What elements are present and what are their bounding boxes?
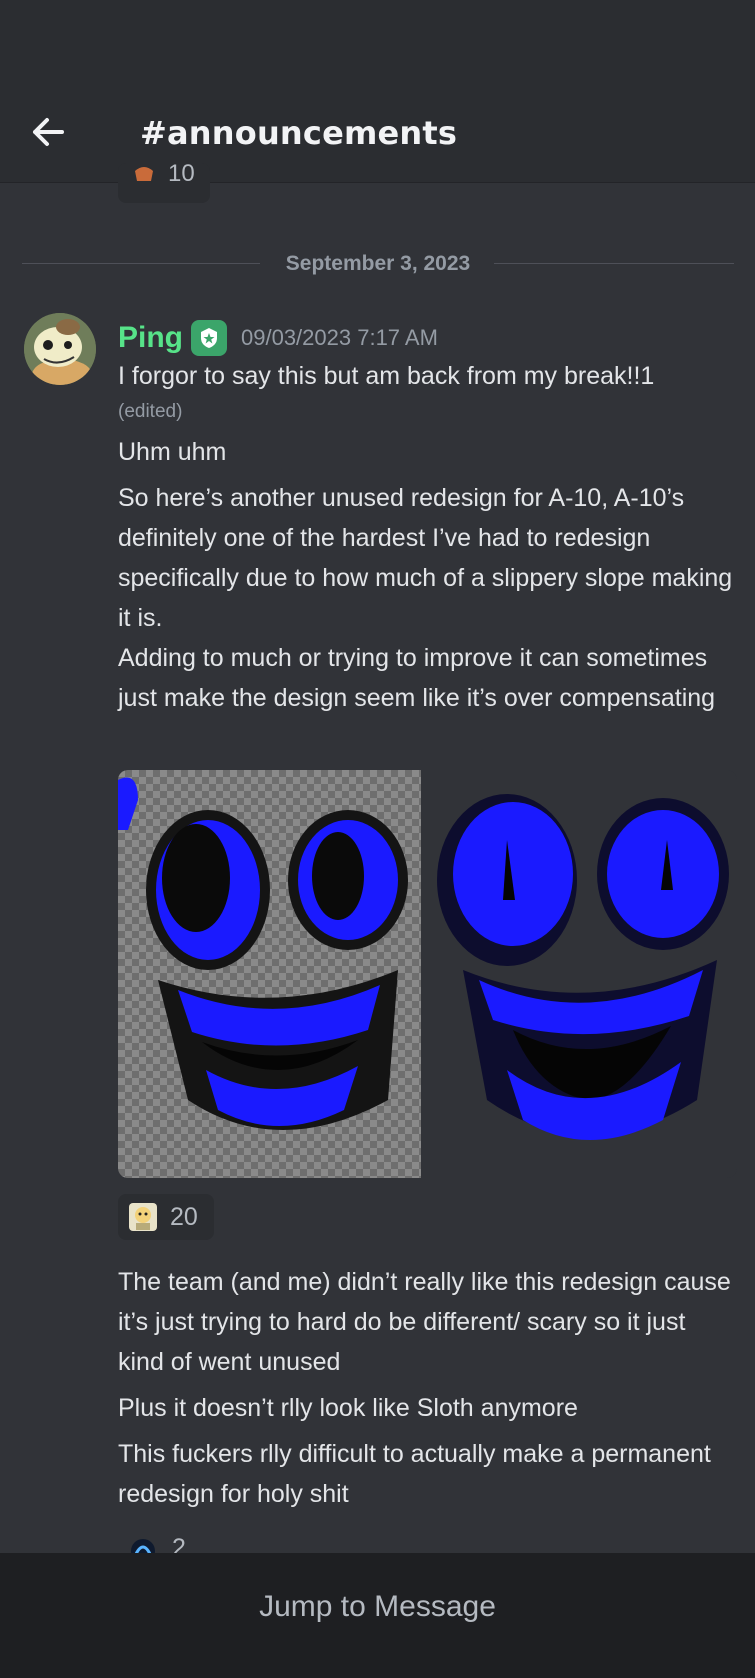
status-bar xyxy=(0,0,755,92)
message-paragraph: Adding to much or trying to improve it c… xyxy=(118,644,716,712)
reaction-emoji-icon xyxy=(131,1539,155,1554)
reaction-count: 10 xyxy=(168,160,195,187)
moderator-badge-icon xyxy=(191,320,227,356)
previous-reaction[interactable]: 10 xyxy=(118,160,210,203)
message-paragraph: Plus it doesn’t rlly look like Sloth any… xyxy=(118,1394,578,1422)
reaction-count: 20 xyxy=(170,1202,198,1231)
jump-to-message-label: Jump to Message xyxy=(259,1589,496,1623)
message-paragraph: The team (and me) didn’t really like thi… xyxy=(118,1268,731,1376)
message-header: Ping 09/03/2023 7:17 AM xyxy=(118,318,438,358)
edited-label: (edited) xyxy=(118,401,183,422)
reaction-pill[interactable]: 20 xyxy=(118,1194,214,1240)
message-paragraph: So here’s another unused redesign for A-… xyxy=(118,484,733,632)
jump-to-message-button[interactable]: Jump to Message xyxy=(0,1553,755,1678)
reaction-count: 2 xyxy=(172,1534,186,1554)
reaction-emoji-icon xyxy=(129,1203,157,1231)
next-reaction[interactable]: 2 xyxy=(118,1532,198,1554)
message-line: Uhm uhm xyxy=(118,438,227,466)
reaction-emoji-icon xyxy=(135,167,153,181)
channel-header: #announcements xyxy=(0,92,755,183)
date-divider: September 3, 2023 xyxy=(22,252,734,276)
avatar[interactable] xyxy=(24,313,96,385)
divider-date: September 3, 2023 xyxy=(285,252,471,275)
message-line: I forgor to say this but am back from my… xyxy=(118,362,655,390)
back-arrow-icon[interactable] xyxy=(28,112,68,152)
attachment-image[interactable] xyxy=(118,770,421,1178)
message-timestamp: 09/03/2023 7:17 AM xyxy=(241,325,438,350)
divider-line-right xyxy=(494,263,734,264)
message-paragraph: This fuckers rlly difficult to actually … xyxy=(118,1440,711,1508)
username[interactable]: Ping xyxy=(118,321,183,355)
attachment-image[interactable] xyxy=(427,770,737,1178)
channel-title: #announcements xyxy=(140,114,458,152)
